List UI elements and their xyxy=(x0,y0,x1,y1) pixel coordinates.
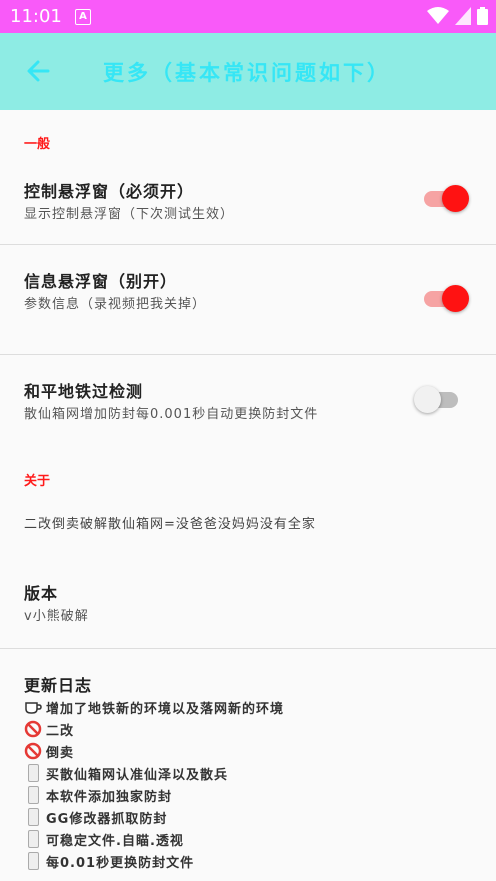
app-toolbar: 更多（基本常识问题如下） xyxy=(0,33,496,110)
changelog-text: 可稳定文件.自瞄.透视 xyxy=(46,833,184,849)
battery-icon xyxy=(477,7,488,25)
changelog-item: 本软件添加独家防封 xyxy=(22,784,284,806)
changelog-item: 每0.01秒更换防封文件 xyxy=(22,850,284,872)
signal-icon xyxy=(455,7,471,25)
status-icons xyxy=(427,7,488,25)
phone-icon xyxy=(22,852,44,870)
pref-title: 和平地铁过检测 xyxy=(24,382,144,401)
phone-icon xyxy=(22,786,44,804)
pref-changelog[interactable]: 更新日志 xyxy=(0,666,496,696)
pref-title: 信息悬浮窗（别开） xyxy=(24,272,178,291)
peace-bypass-switch[interactable] xyxy=(414,386,458,413)
pref-peace-bypass[interactable]: 和平地铁过检测 散仙箱网增加防封每0.001秒自动更换防封文件 xyxy=(0,370,496,440)
phone-icon xyxy=(22,808,44,826)
switch-knob xyxy=(442,185,469,212)
control-float-switch[interactable] xyxy=(424,185,469,212)
changelog-text: 增加了地铁新的环境以及落网新的环境 xyxy=(46,701,285,717)
changelog-text: GG修改器抓取防封 xyxy=(46,811,168,827)
changelog-list: 增加了地铁新的环境以及落网新的环境 二改 倒卖 买散仙箱网认准仙泽以及散兵 本软… xyxy=(22,696,284,872)
pref-summary: 散仙箱网增加防封每0.001秒自动更换防封文件 xyxy=(24,407,319,422)
phone-icon xyxy=(22,764,44,782)
divider xyxy=(0,244,496,245)
divider xyxy=(0,648,496,649)
phone-icon xyxy=(22,830,44,848)
changelog-text: 每0.01秒更换防封文件 xyxy=(46,855,195,871)
pref-info-float[interactable]: 信息悬浮窗（别开） 参数信息（录视频把我关掉） xyxy=(0,260,496,354)
pref-summary: 参数信息（录视频把我关掉） xyxy=(24,297,207,312)
changelog-text: 倒卖 xyxy=(46,745,75,761)
switch-knob xyxy=(442,285,469,312)
changelog-item: GG修改器抓取防封 xyxy=(22,806,284,828)
wifi-icon xyxy=(427,7,449,24)
changelog-text: 二改 xyxy=(46,723,75,739)
prohibited-icon xyxy=(22,720,44,738)
notification-icon: A xyxy=(75,9,91,25)
info-float-switch[interactable] xyxy=(424,285,469,312)
changelog-item: 二改 xyxy=(22,718,284,740)
switch-knob xyxy=(414,386,441,413)
changelog-item: 可稳定文件.自瞄.透视 xyxy=(22,828,284,850)
pref-version[interactable]: 版本 v小熊破解 xyxy=(0,572,496,642)
prohibited-icon xyxy=(22,742,44,760)
changelog-text: 买散仙箱网认准仙泽以及散兵 xyxy=(46,767,229,783)
pref-title: 控制悬浮窗（必须开） xyxy=(24,182,195,201)
about-note[interactable]: 二改倒卖破解散仙箱网=没爸爸没妈妈没有全家 xyxy=(0,500,496,550)
changelog-item: 增加了地铁新的环境以及落网新的环境 xyxy=(22,696,284,718)
about-note-text: 二改倒卖破解散仙箱网=没爸爸没妈妈没有全家 xyxy=(24,517,316,532)
coffee-icon xyxy=(22,699,44,715)
changelog-text: 本软件添加独家防封 xyxy=(46,789,173,805)
changelog-item: 买散仙箱网认准仙泽以及散兵 xyxy=(22,762,284,784)
status-time: 11:01 xyxy=(10,6,62,27)
version-title: 版本 xyxy=(24,584,59,603)
changelog-title: 更新日志 xyxy=(24,676,93,695)
divider xyxy=(0,354,496,355)
pref-control-float[interactable]: 控制悬浮窗（必须开） 显示控制悬浮窗（下次测试生效） xyxy=(0,170,496,244)
status-bar: 11:01 A xyxy=(0,0,496,33)
page-title: 更多（基本常识问题如下） xyxy=(103,61,391,85)
back-arrow-icon[interactable] xyxy=(22,55,54,87)
changelog-item: 倒卖 xyxy=(22,740,284,762)
section-header-general: 一般 xyxy=(24,137,51,152)
version-value: v小熊破解 xyxy=(24,609,89,624)
pref-summary: 显示控制悬浮窗（下次测试生效） xyxy=(24,207,235,222)
section-header-about: 关于 xyxy=(24,474,51,489)
